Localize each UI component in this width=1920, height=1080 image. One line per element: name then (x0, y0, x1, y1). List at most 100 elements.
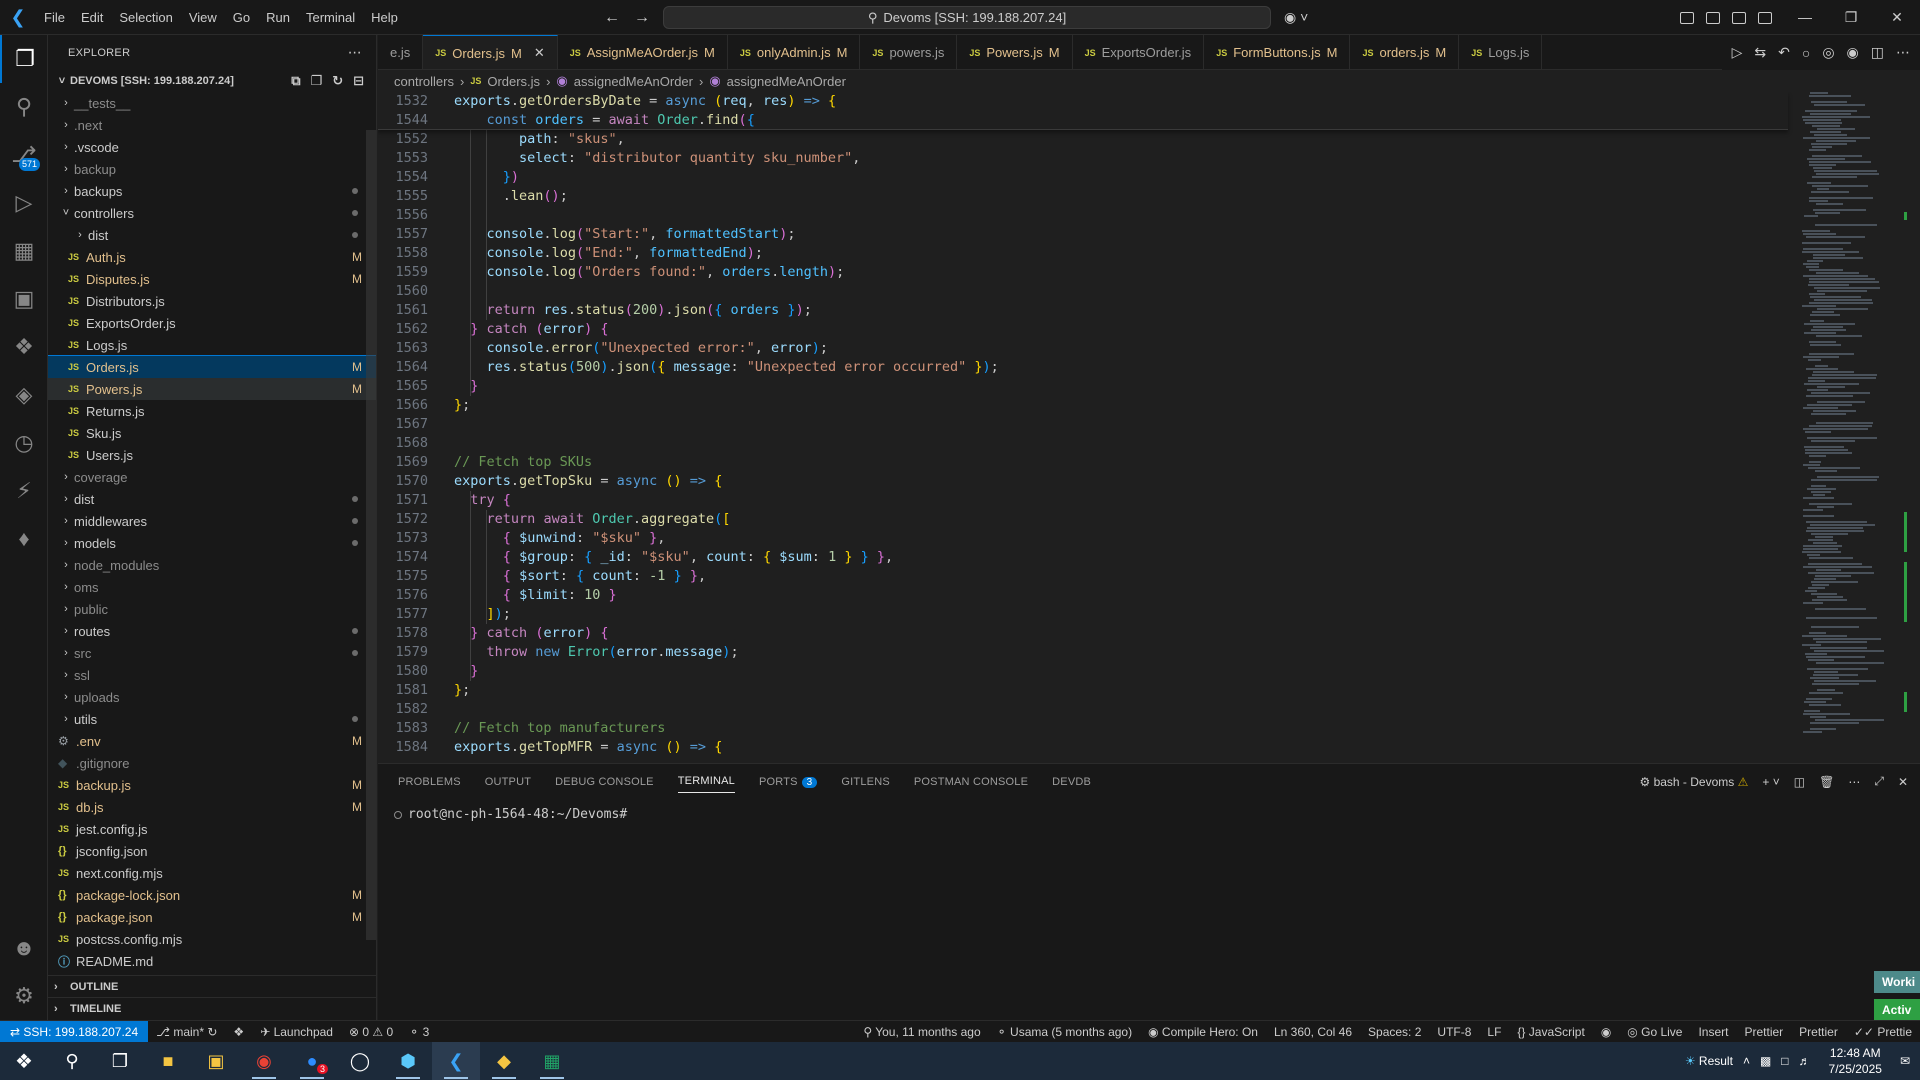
tree-item[interactable]: ◆ .gitignore (48, 752, 376, 774)
source-control-icon[interactable]: ⎇ 571 (0, 131, 48, 179)
editor-tab[interactable]: JS orders.js M (1350, 35, 1460, 69)
tree-item[interactable]: JS jest.config.js (48, 818, 376, 840)
compare-icon[interactable]: ⇆ (1754, 44, 1766, 61)
previous-change-icon[interactable]: ○ (1802, 45, 1810, 61)
panel-more-icon[interactable]: ⋯ (1848, 775, 1860, 789)
tree-item[interactable]: JS Disputes.js M (48, 268, 376, 290)
ports-indicator[interactable]: ⚬ 3 (401, 1025, 437, 1039)
editor-tab[interactable]: JS Logs.js (1459, 35, 1543, 69)
panel-tab-problems[interactable]: PROBLEMS (398, 776, 461, 788)
toggle-secondary-sidebar-icon[interactable] (1758, 11, 1772, 24)
tree-item[interactable]: › __tests__ (48, 92, 376, 114)
breadcrumb-symbol[interactable]: assignedMeAnOrder (574, 74, 693, 89)
language-mode[interactable]: {} JavaScript (1509, 1025, 1592, 1039)
timeline-section[interactable]: › TIMELINE (48, 997, 376, 1019)
terminal-shell-selector[interactable]: ⚙ bash - Devoms ⚠ (1639, 775, 1748, 789)
tree-item[interactable]: › public (48, 598, 376, 620)
breadcrumb-file[interactable]: Orders.js (487, 74, 540, 89)
terminal-output[interactable]: root@nc-ph-1564-48:~/Devoms# (394, 807, 627, 822)
sticky-scroll[interactable]: 1532 exports.getOrdersByDate = async (req… (378, 92, 1788, 130)
menu-view[interactable]: View (181, 0, 225, 35)
notifications-icon[interactable]: ✉ (1900, 1054, 1920, 1068)
tree-item[interactable]: JS backup.js M (48, 774, 376, 796)
tree-item[interactable]: ˅ controllers (48, 202, 376, 224)
git-graph-icon[interactable]: ◈ (0, 371, 48, 419)
tree-item[interactable]: › routes (48, 620, 376, 642)
tree-item[interactable]: JS Logs.js (48, 334, 376, 356)
task-view-icon[interactable]: ❐ (96, 1042, 144, 1080)
editor-tab[interactable]: JS onlyAdmin.js M (728, 35, 861, 69)
tree-item[interactable]: {} package-lock.json M (48, 884, 376, 906)
run-debug-icon[interactable]: ▷ (0, 179, 48, 227)
remote-indicator[interactable]: ⇄ SSH: 199.188.207.24 (0, 1020, 149, 1043)
active-badge[interactable]: Activ (1874, 999, 1920, 1021)
tree-item[interactable]: JS Distributors.js (48, 290, 376, 312)
gitlens-actions-icon[interactable]: ◉ (1847, 44, 1859, 61)
tree-item[interactable]: › utils (48, 708, 376, 730)
tree-item[interactable]: › ssl (48, 664, 376, 686)
toggle-sidebar-icon[interactable] (1706, 11, 1720, 24)
maximize-panel-icon[interactable]: ⤢ (1874, 774, 1884, 789)
display-icon[interactable]: □ (1781, 1054, 1788, 1068)
network-icon[interactable]: ▩ (1760, 1054, 1771, 1068)
tree-item[interactable]: › dist (48, 488, 376, 510)
tree-item[interactable]: › uploads (48, 686, 376, 708)
panel-tab-devdb[interactable]: DEVDB (1052, 776, 1091, 788)
editor-tab[interactable]: JS powers.js (860, 35, 958, 69)
file-explorer-icon[interactable]: ■ (144, 1042, 192, 1080)
taskbar-search-icon[interactable]: ⚲ (48, 1042, 96, 1080)
end-of-line[interactable]: LF (1479, 1025, 1509, 1039)
back-arrow-icon[interactable]: ← (604, 9, 620, 27)
panel-tab-postman-console[interactable]: POSTMAN CONSOLE (914, 776, 1028, 788)
command-center-search[interactable]: ⚲ Devoms [SSH: 199.188.207.24] (663, 6, 1271, 29)
split-editor-icon[interactable]: ◫ (1871, 44, 1884, 61)
branch-indicator[interactable]: ⎇ main* ↻ (148, 1025, 225, 1039)
chrome-icon[interactable]: ◉ (240, 1042, 288, 1080)
menu-run[interactable]: Run (258, 0, 298, 35)
tree-item[interactable]: › models (48, 532, 376, 554)
editor-tab[interactable]: JS ExportsOrder.js (1073, 35, 1205, 69)
editor-vertical-scrollbar[interactable] (1908, 92, 1920, 762)
clock[interactable]: 12:48 AM 7/25/2025 (1821, 1045, 1890, 1077)
explorer-icon[interactable]: ❐ (0, 35, 48, 83)
tree-item[interactable]: › src (48, 642, 376, 664)
tree-item[interactable]: JS Orders.js M (48, 355, 376, 379)
tree-item[interactable]: › coverage (48, 466, 376, 488)
tree-item[interactable]: › .next (48, 114, 376, 136)
revert-icon[interactable]: ↶ (1778, 44, 1790, 61)
refresh-icon[interactable]: ↻ (332, 73, 343, 89)
manage-gear-icon[interactable]: ⚙ (0, 972, 48, 1020)
zoom-icon[interactable]: ● 3 (288, 1042, 336, 1080)
panel-tab-output[interactable]: OUTPUT (485, 776, 531, 788)
panel-tab-gitlens[interactable]: GITLENS (841, 776, 889, 788)
editor-tab[interactable]: JS FormButtons.js M (1204, 35, 1351, 69)
tree-item[interactable]: JS Returns.js (48, 400, 376, 422)
tree-item[interactable]: JS Auth.js M (48, 246, 376, 268)
prettier-status-3[interactable]: ✓✓ Prettie (1846, 1025, 1920, 1039)
tree-item[interactable]: › middlewares (48, 510, 376, 532)
extensions-icon[interactable]: ▦ (0, 227, 48, 275)
copilot-icon[interactable]: ◉ ˅ (1284, 0, 1308, 35)
indentation[interactable]: Spaces: 2 (1360, 1025, 1429, 1039)
tree-item[interactable]: JS ExportsOrder.js (48, 312, 376, 334)
next-change-icon[interactable]: ◎ (1822, 44, 1834, 61)
problems-indicator[interactable]: ⊗ 0 ⚠ 0 (341, 1025, 401, 1039)
volume-icon[interactable]: ♬ (1799, 1054, 1811, 1068)
tree-item[interactable]: JS Users.js (48, 444, 376, 466)
toggle-panel-icon[interactable] (1732, 11, 1746, 24)
panel-tab-debug-console[interactable]: DEBUG CONSOLE (555, 776, 654, 788)
tree-item[interactable]: {} jsconfig.json (48, 840, 376, 862)
author-indicator[interactable]: ⚬ Usama (5 months ago) (989, 1025, 1140, 1039)
menu-edit[interactable]: Edit (73, 0, 111, 35)
go-live-button[interactable]: ◎ Go Live (1619, 1025, 1690, 1039)
tree-item[interactable]: ⚙ .env M (48, 730, 376, 752)
close-window-icon[interactable]: ✕ (1874, 0, 1920, 35)
search-view-icon[interactable]: ⚲ (0, 83, 48, 131)
tree-item[interactable]: ⓘ README.md (48, 950, 376, 972)
git-blame-indicator[interactable]: ⚲ You, 11 months ago (855, 1025, 988, 1039)
accounts-icon[interactable]: ☻ (0, 924, 48, 972)
minimize-icon[interactable]: — (1782, 0, 1828, 35)
compile-hero-indicator[interactable]: ◉ Compile Hero: On (1140, 1025, 1266, 1039)
store-icon[interactable]: ▣ (192, 1042, 240, 1080)
menu-terminal[interactable]: Terminal (298, 0, 363, 35)
